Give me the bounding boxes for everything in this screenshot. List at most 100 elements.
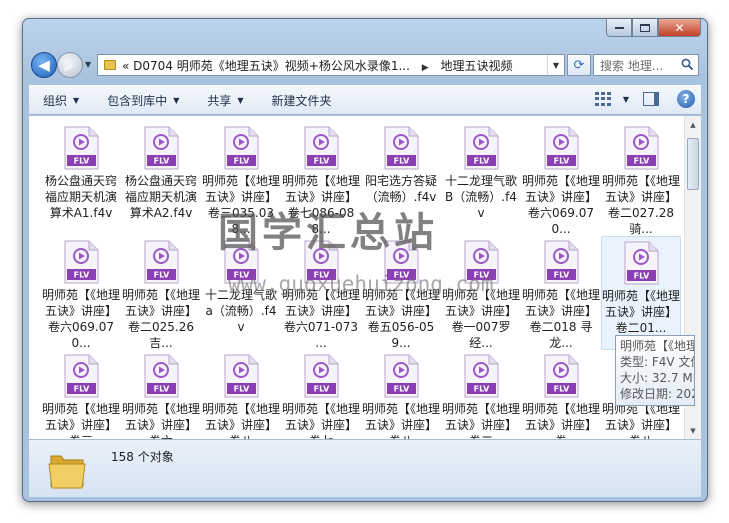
chevron-down-icon: ▼ <box>237 95 244 105</box>
svg-text:FLV: FLV <box>554 385 570 394</box>
search-input[interactable]: 搜索 地理... <box>600 57 663 74</box>
file-name: 明师苑【《地理五诀》讲座】卷六069.070... <box>42 288 120 350</box>
close-icon: ✕ <box>674 20 685 35</box>
svg-text:FLV: FLV <box>314 157 330 166</box>
file-item[interactable]: FLV 明师苑【《地理五诀》讲座】卷三 <box>41 350 121 439</box>
file-item[interactable]: FLV 明师苑【《地理五诀》讲座】卷二01... <box>601 236 681 350</box>
file-name: 明师苑【《地理五诀》讲座】卷 <box>522 402 600 439</box>
flv-file-icon: FLV <box>543 126 579 170</box>
refresh-button[interactable]: ⟳ <box>567 54 591 76</box>
scrollbar-thumb[interactable] <box>687 138 699 190</box>
share-menu[interactable]: 共享 ▼ <box>193 89 257 111</box>
search-box[interactable]: 搜索 地理... <box>593 54 699 76</box>
toolbar-right: ▼ ? <box>594 90 695 108</box>
back-button[interactable]: ◀ <box>31 52 57 78</box>
forward-button[interactable]: ▶ <box>57 52 83 78</box>
svg-text:FLV: FLV <box>234 157 250 166</box>
include-in-library-menu[interactable]: 包含到库中 ▼ <box>93 89 193 111</box>
view-dropdown-icon[interactable]: ▼ <box>623 95 629 104</box>
file-name: 明师苑【《地理五诀》讲座】卷六069.070... <box>522 174 600 236</box>
file-item[interactable]: FLV 明师苑【《地理五诀》讲座】卷七 <box>281 350 361 439</box>
file-item[interactable]: FLV 明师苑【《地理五诀》讲座】卷 <box>521 350 601 439</box>
svg-text:FLV: FLV <box>554 271 570 280</box>
svg-text:FLV: FLV <box>74 157 90 166</box>
file-item[interactable]: FLV 明师苑【《地理五诀》讲座】卷六069.070... <box>41 236 121 350</box>
file-item[interactable]: FLV 明师苑【《地理五诀》讲座】卷三035.038... <box>201 122 281 236</box>
maximize-icon <box>640 23 650 32</box>
scroll-down-icon[interactable]: ▼ <box>685 422 701 439</box>
flv-file-icon: FLV <box>143 240 179 284</box>
flv-file-icon: FLV <box>623 241 659 285</box>
svg-text:FLV: FLV <box>154 271 170 280</box>
file-item[interactable]: FLV 明师苑【《地理五诀》讲座】卷二 <box>441 350 521 439</box>
share-label: 共享 <box>207 93 232 108</box>
file-item[interactable]: FLV 杨公盘通天窍福应期天机演算术A2.f4v <box>121 122 201 236</box>
file-name: 杨公盘通天窍福应期天机演算术A1.f4v <box>44 174 117 220</box>
file-item[interactable]: FLV 明师苑【《地理五诀》讲座】卷二018 寻龙... <box>521 236 601 350</box>
flv-file-icon: FLV <box>63 240 99 284</box>
breadcrumb-segment[interactable]: D0704 明师苑《地理五诀》视频+杨公风水录像1... <box>133 59 410 73</box>
file-item[interactable]: FLV 明师苑【《地理五诀》讲座】卷二027.28骑... <box>601 122 681 236</box>
file-item[interactable]: FLV 明师苑【《地理五诀》讲座】卷七086-088... <box>281 122 361 236</box>
svg-text:FLV: FLV <box>394 271 410 280</box>
breadcrumb: « D0704 明师苑《地理五诀》视频+杨公风水录像1... ▶ 地理五诀视频 <box>122 57 513 74</box>
svg-text:FLV: FLV <box>474 271 490 280</box>
maximize-button[interactable] <box>632 19 658 37</box>
chevron-down-icon: ▼ <box>73 95 80 105</box>
file-item[interactable]: FLV 明师苑【《地理五诀》讲座】卷六071-073 ... <box>281 236 361 350</box>
breadcrumb-separator-icon[interactable]: ▶ <box>422 63 429 73</box>
file-item[interactable]: FLV 明师苑【《地理五诀》讲座】卷八 <box>361 350 441 439</box>
file-item[interactable]: FLV 明师苑【《地理五诀》讲座】卷六069.070... <box>521 122 601 236</box>
preview-pane-icon[interactable] <box>643 92 659 106</box>
file-name: 十二龙理气歌a（流畅）.f4v <box>204 288 277 334</box>
flv-file-icon: FLV <box>223 126 259 170</box>
flv-file-icon: FLV <box>303 240 339 284</box>
details-pane: 158 个对象 <box>29 439 701 497</box>
breadcrumb-overflow[interactable]: « <box>122 59 129 73</box>
svg-text:FLV: FLV <box>394 157 410 166</box>
svg-text:FLV: FLV <box>634 157 650 166</box>
address-bar[interactable]: « D0704 明师苑《地理五诀》视频+杨公风水录像1... ▶ 地理五诀视频 … <box>97 54 565 76</box>
file-item[interactable]: FLV 明师苑【《地理五诀》讲座】卷五056-059... <box>361 236 441 350</box>
breadcrumb-segment[interactable]: 地理五诀视频 <box>440 59 512 73</box>
file-name: 明师苑【《地理五诀》讲座】卷八 <box>602 402 680 439</box>
file-name: 明师苑【《地理五诀》讲座】卷二01... <box>602 289 680 335</box>
svg-text:FLV: FLV <box>394 385 410 394</box>
file-item[interactable]: FLV 明师苑【《地理五诀》讲座】卷八 <box>201 350 281 439</box>
file-item[interactable]: FLV 明师苑【《地理五诀》讲座】卷二025.26吉... <box>121 236 201 350</box>
flv-file-icon: FLV <box>223 354 259 398</box>
file-name: 明师苑【《地理五诀》讲座】卷二 <box>442 402 520 439</box>
flv-file-icon: FLV <box>63 126 99 170</box>
organize-label: 组织 <box>43 93 68 108</box>
file-item[interactable]: FLV 阳宅选方答疑（流畅）.f4v <box>361 122 441 236</box>
flv-file-icon: FLV <box>463 126 499 170</box>
file-item[interactable]: FLV 明师苑【《地理五诀》讲座】卷一007罗经... <box>441 236 521 350</box>
refresh-icon: ⟳ <box>573 57 585 73</box>
file-item[interactable]: FLV 十二龙理气歌a（流畅）.f4v <box>201 236 281 350</box>
file-list[interactable]: FLV 杨公盘通天窍福应期天机演算术A1.f4v FLV 杨公盘通天窍福应期天机… <box>29 116 701 439</box>
file-item[interactable]: FLV 明师苑【《地理五诀》讲座】卷六 <box>121 350 201 439</box>
scroll-up-icon[interactable]: ▲ <box>685 116 701 133</box>
search-icon[interactable] <box>681 58 694 71</box>
navigation-bar: ◀ ▶ ▼ « D0704 明师苑《地理五诀》视频+杨公风水录像1... ▶ 地… <box>23 49 707 83</box>
organize-menu[interactable]: 组织 ▼ <box>29 89 93 111</box>
help-icon[interactable]: ? <box>677 90 695 108</box>
address-dropdown[interactable]: ▼ <box>547 55 564 75</box>
file-item[interactable]: FLV 十二龙理气歌B（流畅）.f4v <box>441 122 521 236</box>
file-name: 明师苑【《地理五诀》讲座】卷七086-088... <box>282 174 360 236</box>
close-button[interactable]: ✕ <box>658 19 701 37</box>
recent-pages-dropdown[interactable]: ▼ <box>85 60 91 69</box>
svg-text:FLV: FLV <box>314 385 330 394</box>
view-icon[interactable] <box>594 92 611 106</box>
svg-text:FLV: FLV <box>74 271 90 280</box>
svg-text:FLV: FLV <box>234 271 250 280</box>
file-item[interactable]: FLV 杨公盘通天窍福应期天机演算术A1.f4v <box>41 122 121 236</box>
svg-text:FLV: FLV <box>154 157 170 166</box>
svg-text:FLV: FLV <box>154 385 170 394</box>
flv-file-icon: FLV <box>143 126 179 170</box>
file-name: 明师苑【《地理五诀》讲座】卷二027.28骑... <box>602 174 680 236</box>
minimize-button[interactable] <box>606 19 632 37</box>
new-folder-button[interactable]: 新建文件夹 <box>258 89 346 111</box>
file-name: 明师苑【《地理五诀》讲座】卷二025.26吉... <box>122 288 200 350</box>
flv-file-icon: FLV <box>383 240 419 284</box>
